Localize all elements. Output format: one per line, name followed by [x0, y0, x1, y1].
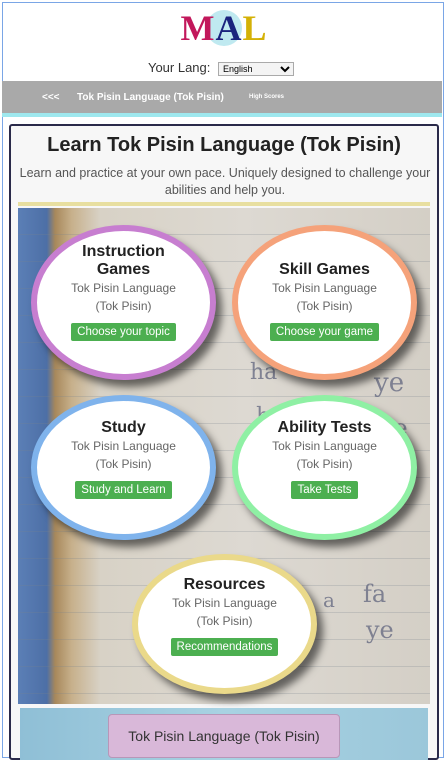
choose-game-button[interactable]: Choose your game — [269, 323, 380, 341]
logo-letter-a: A — [215, 8, 243, 48]
page-subtitle: Learn and practice at your own pace. Uni… — [19, 166, 431, 197]
card-language: Tok Pisin Language (Tok Pisin) — [272, 281, 377, 313]
scribble-text: fa — [363, 580, 387, 608]
ability-tests-card: Ability Tests Tok Pisin Language (Tok Pis… — [232, 395, 417, 540]
language-button[interactable]: Tok Pisin Language (Tok Pisin) — [108, 714, 340, 758]
study-and-learn-button[interactable]: Study and Learn — [75, 481, 172, 499]
choose-topic-button[interactable]: Choose your topic — [71, 323, 176, 341]
resources-card: Resources Tok Pisin Language (Tok Pisin) … — [132, 554, 317, 694]
card-language: Tok Pisin Language (Tok Pisin) — [172, 596, 277, 628]
card-language: Tok Pisin Language (Tok Pisin) — [71, 439, 176, 471]
page-title: Learn Tok Pisin Language (Tok Pisin) — [47, 134, 401, 156]
study-card: Study Tok Pisin Language (Tok Pisin) Stud… — [31, 395, 216, 540]
language-select[interactable]: English — [218, 61, 295, 76]
recommendations-button[interactable]: Recommendations — [170, 638, 279, 656]
card-language: Tok Pisin Language (Tok Pisin) — [71, 281, 176, 313]
logo-letter-l: L — [242, 8, 268, 48]
nav-bar: <<< Tok Pisin Language (Tok Pisin) High … — [2, 81, 442, 117]
skill-games-card: Skill Games Tok Pisin Language (Tok Pisin… — [232, 225, 417, 380]
logo-letter-m: M — [180, 8, 216, 48]
high-scores-link[interactable]: High Scores — [249, 94, 284, 100]
back-link[interactable]: <<< — [42, 92, 60, 103]
scribble-text: ye — [366, 616, 394, 644]
card-title: Study — [101, 419, 146, 436]
card-title: Skill Games — [279, 261, 370, 278]
language-label: Your Lang: — [147, 60, 211, 75]
divider — [18, 202, 430, 206]
scribble-text: ye — [374, 368, 405, 398]
language-row: Your Lang: English — [0, 60, 442, 76]
scribble-text: a — [323, 588, 335, 612]
mal-logo[interactable]: MAL — [176, 8, 272, 48]
card-title: Instruction Games — [82, 243, 165, 278]
nav-title-link[interactable]: Tok Pisin Language (Tok Pisin) — [77, 92, 224, 103]
card-language: Tok Pisin Language (Tok Pisin) — [272, 439, 377, 471]
instruction-games-card: Instruction Games Tok Pisin Language (Tok … — [31, 225, 216, 380]
card-title: Resources — [183, 576, 266, 593]
take-tests-button[interactable]: Take Tests — [291, 481, 358, 499]
card-title: Ability Tests — [277, 419, 372, 436]
